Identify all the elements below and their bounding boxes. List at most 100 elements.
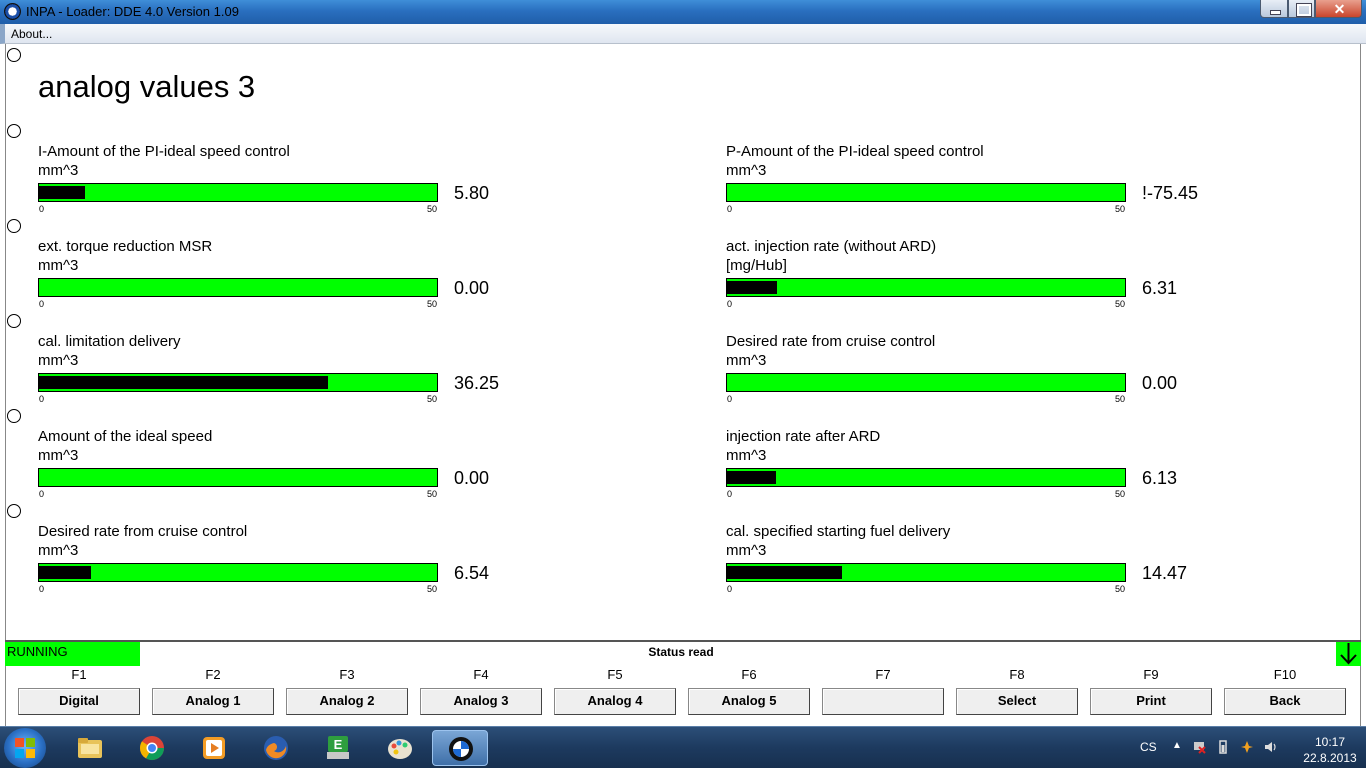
bmw-app-icon <box>4 3 21 20</box>
arrow-down-icon <box>1340 643 1357 665</box>
meter-bar <box>726 563 1126 582</box>
meter-cal-starting-fuel-delivery: cal. specified starting fuel delivery mm… <box>726 523 1246 594</box>
meter-label: Amount of the ideal speed <box>38 428 213 445</box>
meter-fill <box>39 566 91 579</box>
meter-p-amount-pi-ideal-speed: P-Amount of the PI-ideal speed control m… <box>726 143 1246 214</box>
analog-3-button[interactable]: Analog 3 <box>420 688 542 715</box>
meter-max: 50 <box>1115 394 1126 404</box>
battery-icon[interactable] <box>1216 740 1230 754</box>
taskbar-ediabas[interactable]: E <box>310 730 366 766</box>
meter-max: 50 <box>427 394 438 404</box>
windows-taskbar: E CS ▲ 10:17 22.8.2013 <box>0 726 1366 768</box>
maximize-button[interactable] <box>1288 0 1315 18</box>
meter-amount-ideal-speed: Amount of the ideal speed mm^3 0.00 0 50 <box>38 428 558 499</box>
taskbar-paint[interactable] <box>372 730 428 766</box>
select-button[interactable]: Select <box>956 688 1078 715</box>
meter-unit: [mg/Hub] <box>726 257 787 274</box>
analog-4-button[interactable]: Analog 4 <box>554 688 676 715</box>
meter-desired-rate-cruise-right: Desired rate from cruise control mm^3 0.… <box>726 333 1246 404</box>
chrome-icon <box>140 736 164 761</box>
fkey-label: F5 <box>607 667 623 682</box>
meter-unit: mm^3 <box>726 162 767 179</box>
meter-label: injection rate after ARD <box>726 428 881 445</box>
minimize-button[interactable] <box>1260 0 1288 18</box>
fkey-label: F6 <box>741 667 757 682</box>
volume-icon[interactable] <box>1264 740 1278 754</box>
taskbar-firefox[interactable] <box>248 730 304 766</box>
start-button[interactable] <box>4 728 46 768</box>
meter-label: cal. specified starting fuel delivery <box>726 523 951 540</box>
language-indicator[interactable]: CS <box>1140 740 1157 754</box>
fkey-label: F2 <box>205 667 221 682</box>
taskbar-inpa[interactable] <box>432 730 488 766</box>
fkey-label: F9 <box>1143 667 1159 682</box>
meter-fill <box>727 566 842 579</box>
fkey-label: F7 <box>875 667 891 682</box>
firefox-icon <box>264 736 288 760</box>
meter-value: 0.00 <box>454 278 490 298</box>
paint-icon <box>388 739 412 759</box>
menu-about[interactable]: About... <box>11 27 52 41</box>
meter-label: ext. torque reduction MSR <box>38 238 213 255</box>
meter-max: 50 <box>1115 584 1126 594</box>
clock-date[interactable]: 22.8.2013 <box>1300 751 1360 765</box>
meter-bar <box>38 563 438 582</box>
svg-text:E: E <box>334 737 343 752</box>
meter-bar <box>38 278 438 297</box>
meter-bar <box>38 183 438 202</box>
taskbar-media-player[interactable] <box>186 730 242 766</box>
meter-fill <box>727 281 777 294</box>
meter-bar <box>726 373 1126 392</box>
action-center-icon[interactable] <box>1240 740 1254 754</box>
meter-bar <box>726 278 1126 297</box>
meter-unit: mm^3 <box>38 162 79 179</box>
meter-value: 0.00 <box>1142 373 1178 393</box>
meter-max: 50 <box>427 489 438 499</box>
window-titlebar[interactable]: INPA - Loader: DDE 4.0 Version 1.09 ✕ <box>0 0 1366 24</box>
radio-button[interactable] <box>7 48 21 62</box>
radio-button[interactable] <box>7 124 21 138</box>
radio-button[interactable] <box>7 409 21 423</box>
radio-button[interactable] <box>7 314 21 328</box>
f7-button[interactable] <box>822 688 944 715</box>
clock-time[interactable]: 10:17 <box>1300 735 1360 749</box>
meter-injection-rate-after-ard: injection rate after ARD mm^3 6.13 0 50 <box>726 428 1246 499</box>
digital-button[interactable]: Digital <box>18 688 140 715</box>
meter-unit: mm^3 <box>38 352 79 369</box>
meter-fill <box>39 376 328 389</box>
analog-1-button[interactable]: Analog 1 <box>152 688 274 715</box>
meter-unit: mm^3 <box>38 447 79 464</box>
meter-value: 14.47 <box>1142 563 1188 583</box>
meter-desired-rate-cruise-left: Desired rate from cruise control mm^3 6.… <box>38 523 558 594</box>
network-icon[interactable] <box>1192 740 1206 754</box>
windows-logo-icon <box>15 738 35 758</box>
fkey-label: F4 <box>473 667 489 682</box>
back-button[interactable]: Back <box>1224 688 1346 715</box>
meter-label: P-Amount of the PI-ideal speed control <box>726 143 984 160</box>
close-button[interactable]: ✕ <box>1315 0 1362 18</box>
meter-min: 0 <box>727 204 733 214</box>
meter-cal-limitation-delivery: cal. limitation delivery mm^3 36.25 0 50 <box>38 333 558 404</box>
meter-value: !-75.45 <box>1142 183 1199 203</box>
analog-2-button[interactable]: Analog 2 <box>286 688 408 715</box>
taskbar-chrome[interactable] <box>124 730 180 766</box>
meter-unit: mm^3 <box>38 257 79 274</box>
print-button[interactable]: Print <box>1090 688 1212 715</box>
fkey-label: F3 <box>339 667 355 682</box>
analog-5-button[interactable]: Analog 5 <box>688 688 810 715</box>
meter-label: act. injection rate (without ARD) <box>726 238 937 255</box>
ediabas-icon: E <box>327 736 349 759</box>
meter-bar <box>726 468 1126 487</box>
status-arrow-indicator <box>1336 642 1361 666</box>
meter-min: 0 <box>727 394 733 404</box>
radio-button[interactable] <box>7 219 21 233</box>
meter-value: 6.31 <box>1142 278 1178 298</box>
folder-icon <box>78 738 102 758</box>
meter-bar <box>726 183 1126 202</box>
taskbar-explorer[interactable] <box>62 730 118 766</box>
show-hidden-icons-icon[interactable]: ▲ <box>1172 740 1186 754</box>
meter-min: 0 <box>727 584 733 594</box>
radio-button[interactable] <box>7 504 21 518</box>
meter-value: 6.13 <box>1142 468 1178 488</box>
meter-min: 0 <box>727 299 733 309</box>
